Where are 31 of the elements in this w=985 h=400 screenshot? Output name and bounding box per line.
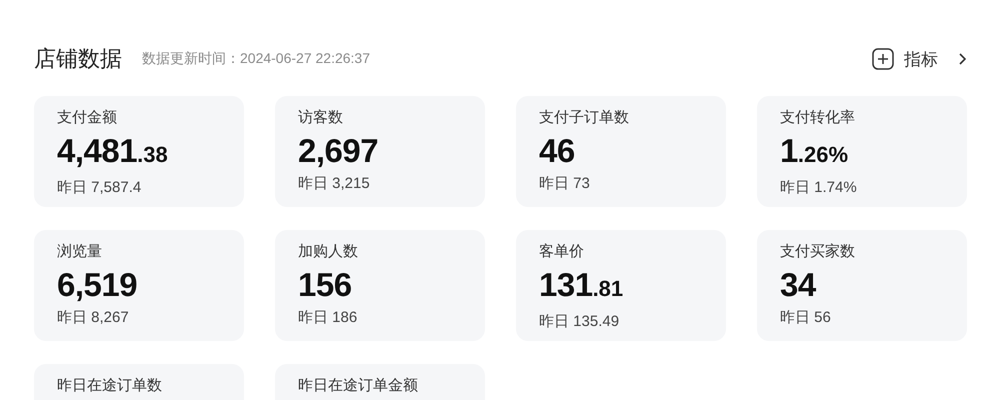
metric-value: 6,519 [57,266,138,304]
yesterday-value: 昨日 186 [298,308,358,328]
metric-label: 支付转化率 [780,108,856,128]
yesterday-value: 昨日 56 [780,308,832,328]
metric-label: 访客数 [298,108,344,128]
metric-value: 4,481.38 [57,132,169,171]
yesterday-value: 昨日 8,267 [57,308,130,328]
metric-value: 46 [539,132,576,170]
yesterday-value: 昨日 1.74% [780,178,858,198]
metric-label: 支付子订单数 [539,108,630,128]
metric-value: 156 [298,266,353,304]
yesterday-value: 昨日 7,587.4 [57,178,142,198]
plus-icon [872,48,894,70]
metric-label: 昨日在途订单金额 [298,376,419,396]
metric-value: 2,697 [298,132,380,170]
yesterday-value: 昨日 135.49 [539,312,620,332]
update-time: 数据更新时间：2024-06-27 22:26:37 [142,50,370,68]
add-metric-button[interactable]: 指标 [872,48,966,70]
metric-value: 131.81 [539,266,624,305]
metric-label: 浏览量 [57,242,103,262]
metric-label: 昨日在途订单数 [57,376,163,396]
metric-label: 支付买家数 [780,242,856,262]
chevron-right-icon [958,53,966,65]
metric-value: 34 [780,266,817,304]
metric-label: 支付金额 [57,108,118,128]
metric-label: 加购人数 [298,242,359,262]
metric-value: 1.26% [780,132,850,171]
metric-label: 客单价 [539,242,585,262]
yesterday-value: 昨日 3,215 [298,174,371,194]
yesterday-value: 昨日 73 [539,174,591,194]
section-title: 店铺数据 [34,45,122,73]
